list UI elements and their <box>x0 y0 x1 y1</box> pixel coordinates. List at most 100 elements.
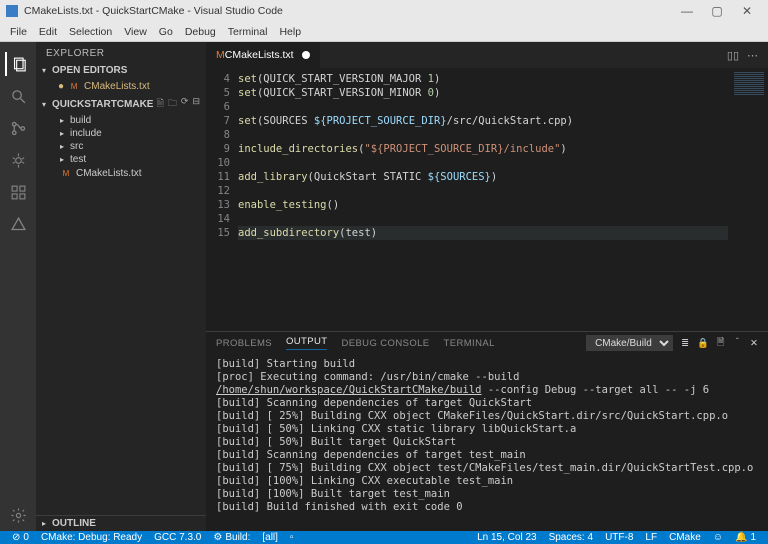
chevron-right-icon: ▸ <box>60 116 70 125</box>
output-line: [build] Build finished with exit code 0 <box>216 501 758 514</box>
new-folder-icon[interactable]: 🗀 <box>168 96 177 112</box>
outline-label: OUTLINE <box>52 518 96 529</box>
status-item[interactable]: UTF-8 <box>599 532 639 543</box>
extensions-icon[interactable] <box>6 180 30 204</box>
status-item[interactable]: ▫ <box>284 532 300 543</box>
menu-debug[interactable]: Debug <box>179 26 222 38</box>
item-label: test <box>70 154 86 165</box>
status-item[interactable]: CMake <box>663 532 707 543</box>
status-bar: ⊘0 CMake: Debug: Ready GCC 7.3.0 ⚙Build: [al… <box>0 531 768 544</box>
source-control-icon[interactable] <box>6 116 30 140</box>
status-text: LF <box>645 532 657 543</box>
chevron-down-icon: ▾ <box>42 100 52 109</box>
panel-tab-output[interactable]: OUTPUT <box>286 336 327 350</box>
window-titlebar: CMakeLists.txt - QuickStartCMake - Visua… <box>0 0 768 22</box>
status-text: GCC 7.3.0 <box>154 532 201 543</box>
panel-tab-problems[interactable]: PROBLEMS <box>216 338 272 349</box>
output-line: [build] [100%] Linking CXX executable te… <box>216 475 758 488</box>
minimap[interactable] <box>728 68 768 331</box>
outline-section[interactable]: ▸ OUTLINE <box>36 515 206 531</box>
menu-edit[interactable]: Edit <box>33 26 63 38</box>
status-icon: ⊘ <box>12 532 20 543</box>
status-text: CMake: Debug: Ready <box>41 532 142 543</box>
search-icon[interactable] <box>6 84 30 108</box>
status-item[interactable]: 🔔1 <box>729 532 762 543</box>
workspace-toolbar: 🗎 🗀 ⟳ ⊟ <box>157 96 200 112</box>
output-line: [proc] Executing command: /usr/bin/cmake… <box>216 371 758 397</box>
status-item[interactable]: CMake: Debug: Ready <box>35 532 148 543</box>
output-line: [build] Scanning dependencies of target … <box>216 397 758 410</box>
file-item[interactable]: MCMakeLists.txt <box>36 166 206 180</box>
maximize-button[interactable]: ▢ <box>702 4 732 18</box>
panel-tab-debug-console[interactable]: DEBUG CONSOLE <box>341 338 429 349</box>
chevron-right-icon: ▸ <box>60 129 70 138</box>
menu-selection[interactable]: Selection <box>63 26 118 38</box>
output-line: [build] [ 50%] Linking CXX static librar… <box>216 423 758 436</box>
dirty-indicator-icon <box>302 51 310 59</box>
folder-item[interactable]: ▸include <box>36 127 206 140</box>
chevron-right-icon: ▸ <box>60 155 70 164</box>
maximize-panel-icon[interactable]: ＾ <box>733 336 743 350</box>
main-area: EXPLORER ▾ OPEN EDITORS ●MCMakeLists.txt… <box>0 42 768 531</box>
output-line: [build] Scanning dependencies of target … <box>216 449 758 462</box>
collapse-icon[interactable]: ⊟ <box>192 96 200 112</box>
code-editor[interactable]: 456789101112131415 set(QUICK_START_VERSI… <box>206 68 728 331</box>
chevron-down-icon: ▾ <box>42 66 52 75</box>
output-content[interactable]: [build] Starting build[proc] Executing c… <box>206 354 768 531</box>
close-button[interactable]: ✕ <box>732 4 762 18</box>
editor-tab[interactable]: M CMakeLists.txt <box>206 42 321 68</box>
minimize-button[interactable]: — <box>672 4 702 18</box>
close-panel-icon[interactable]: ✕ <box>750 338 758 349</box>
status-icon: ⚙ <box>213 532 222 543</box>
settings-gear-icon[interactable] <box>6 503 30 527</box>
status-item[interactable]: [all] <box>256 532 284 543</box>
debug-icon[interactable] <box>6 148 30 172</box>
status-item[interactable]: GCC 7.3.0 <box>148 532 207 543</box>
lock-scroll-icon[interactable]: 🔒 <box>697 338 709 349</box>
status-text: Ln 15, Col 23 <box>477 532 537 543</box>
open-editors-section[interactable]: ▾ OPEN EDITORS <box>36 63 206 78</box>
status-icon: ☺ <box>713 532 723 543</box>
folder-item[interactable]: ▸src <box>36 140 206 153</box>
status-text: UTF-8 <box>605 532 633 543</box>
output-line: [build] Starting build <box>216 358 758 371</box>
output-channel-select[interactable]: CMake/Build <box>586 335 673 351</box>
open-editor-item[interactable]: ●MCMakeLists.txt <box>36 78 206 94</box>
new-file-icon[interactable]: 🗎 <box>157 96 164 112</box>
panel-tabbar: PROBLEMS OUTPUT DEBUG CONSOLE TERMINAL CMak… <box>206 332 768 354</box>
status-text: Build: <box>225 532 250 543</box>
clear-output-icon[interactable]: ≣ <box>681 338 689 349</box>
folder-item[interactable]: ▸test <box>36 153 206 166</box>
window-title: CMakeLists.txt - QuickStartCMake - Visua… <box>24 5 672 17</box>
status-item[interactable]: Ln 15, Col 23 <box>471 532 543 543</box>
item-label: include <box>70 128 102 139</box>
folder-item[interactable]: ▸build <box>36 114 206 127</box>
menubar: FileEditSelectionViewGoDebugTerminalHelp <box>0 22 768 42</box>
cmake-file-icon: M <box>60 167 72 179</box>
status-text: 0 <box>23 532 29 543</box>
code-content[interactable]: set(QUICK_START_VERSION_MAJOR 1)set(QUIC… <box>238 68 728 331</box>
tab-bar: M CMakeLists.txt ▯▯ ⋯ <box>206 42 768 68</box>
explorer-icon[interactable] <box>5 52 29 76</box>
status-item[interactable]: ☺ <box>707 532 729 543</box>
menu-terminal[interactable]: Terminal <box>222 26 274 38</box>
menu-help[interactable]: Help <box>273 26 307 38</box>
menu-go[interactable]: Go <box>153 26 179 38</box>
output-line: [build] [100%] Built target test_main <box>216 488 758 501</box>
status-item[interactable]: ⊘0 <box>6 532 35 543</box>
workspace-section[interactable]: ▾ QUICKSTARTCMAKE 🗎 🗀 ⟳ ⊟ <box>36 94 206 114</box>
status-item[interactable]: ⚙Build: <box>207 532 256 543</box>
status-item[interactable]: LF <box>639 532 663 543</box>
split-editor-icon[interactable]: ▯▯ <box>727 49 739 62</box>
status-text: [all] <box>262 532 278 543</box>
output-line: [build] [ 75%] Building CXX object test/… <box>216 462 758 475</box>
status-item[interactable]: Spaces: 4 <box>543 532 599 543</box>
bookmarks-icon[interactable] <box>6 212 30 236</box>
open-log-icon[interactable]: 🗎 <box>717 335 725 351</box>
more-actions-icon[interactable]: ⋯ <box>747 49 758 62</box>
item-label: build <box>70 115 91 126</box>
panel-tab-terminal[interactable]: TERMINAL <box>444 338 495 349</box>
menu-view[interactable]: View <box>118 26 153 38</box>
refresh-icon[interactable]: ⟳ <box>181 96 189 112</box>
menu-file[interactable]: File <box>4 26 33 38</box>
